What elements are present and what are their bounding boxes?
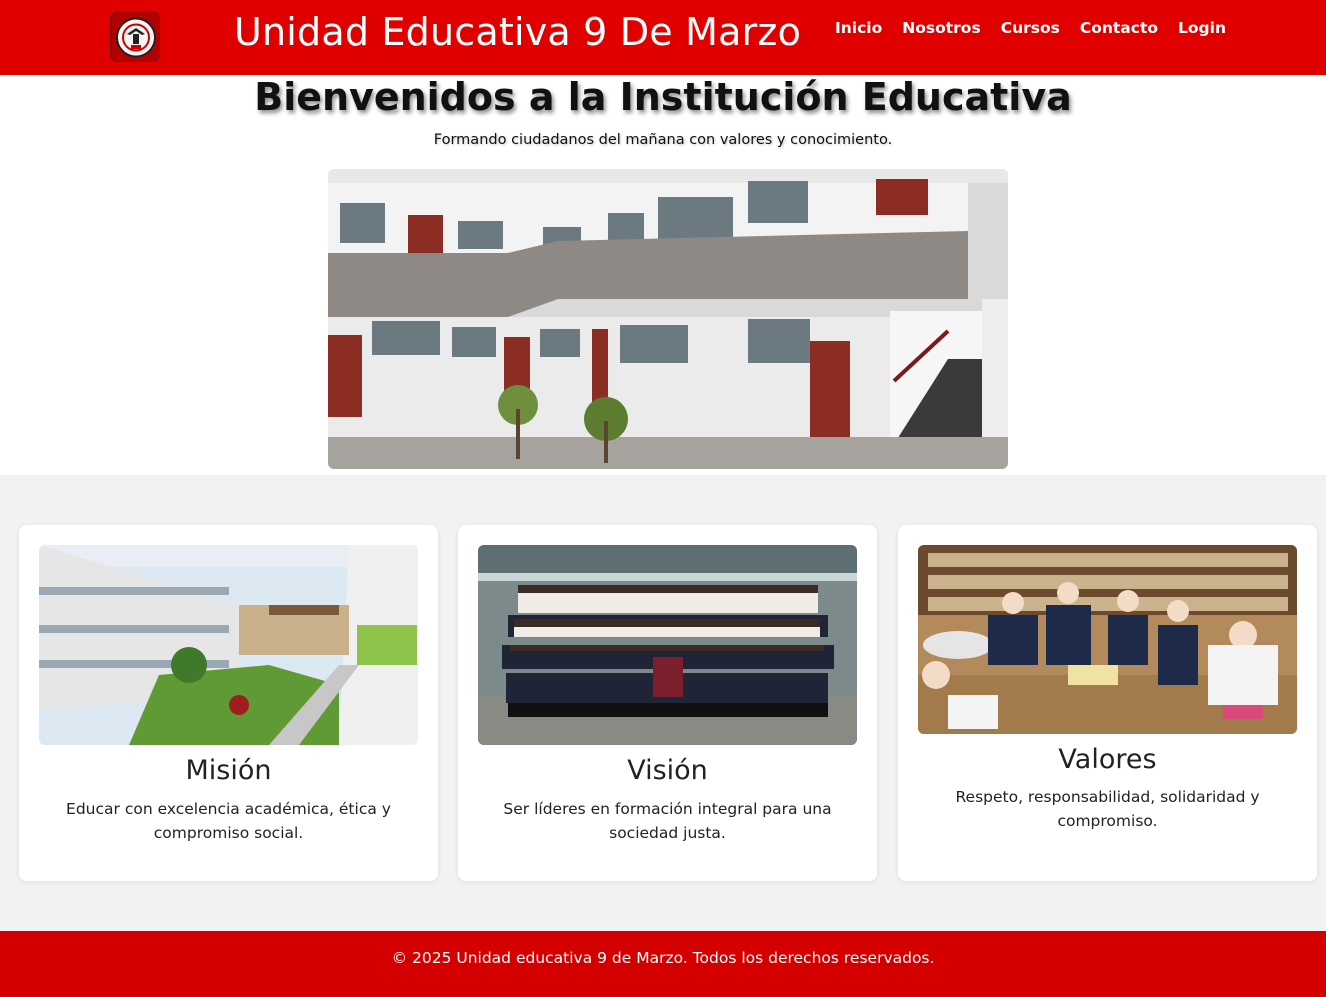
values-text: Respeto, responsabilidad, solidaridad y … — [955, 788, 1260, 830]
library-students-photo — [918, 545, 1297, 734]
campus-photo — [39, 545, 418, 745]
hero-subtitle: Formando ciudadanos del mañana con valor… — [433, 132, 893, 148]
values-card: Valores Respeto, responsabilidad, solida… — [898, 525, 1317, 881]
mission-text: Educar con excelencia académica, ética y… — [66, 800, 391, 842]
hero-section: Bienvenidos a la Institución Educativa F… — [0, 75, 1326, 475]
footer: © 2025 Unidad educativa 9 de Marzo. Todo… — [0, 931, 1326, 997]
school-crest-icon[interactable] — [110, 11, 160, 62]
school-building-photo — [328, 169, 1008, 469]
nav-link-cursos[interactable]: Cursos — [1001, 19, 1060, 37]
site-title: Unidad Educativa 9 De Marzo — [234, 10, 802, 54]
vision-text: Ser líderes en formación integral para u… — [503, 800, 832, 842]
students-group-photo — [478, 545, 857, 745]
mission-title: Misión — [185, 755, 272, 786]
hero-title: Bienvenidos a la Institución Educativa — [254, 75, 1072, 119]
nav-link-contacto[interactable]: Contacto — [1080, 19, 1158, 37]
features-section: Misión Educar con excelencia académica, … — [0, 475, 1326, 931]
nav-link-nosotros[interactable]: Nosotros — [902, 19, 980, 37]
mission-card: Misión Educar con excelencia académica, … — [19, 525, 438, 881]
top-navbar: Unidad Educativa 9 De Marzo Inicio Nosot… — [0, 0, 1326, 75]
nav-link-login[interactable]: Login — [1178, 19, 1226, 37]
vision-card: Visión Ser líderes en formación integral… — [458, 525, 877, 881]
main-nav: Inicio Nosotros Cursos Contacto Login — [835, 19, 1226, 37]
vision-title: Visión — [627, 755, 708, 786]
copyright-text: © 2025 Unidad educativa 9 de Marzo. Todo… — [391, 949, 935, 967]
nav-link-inicio[interactable]: Inicio — [835, 19, 882, 37]
values-title: Valores — [1058, 744, 1157, 775]
